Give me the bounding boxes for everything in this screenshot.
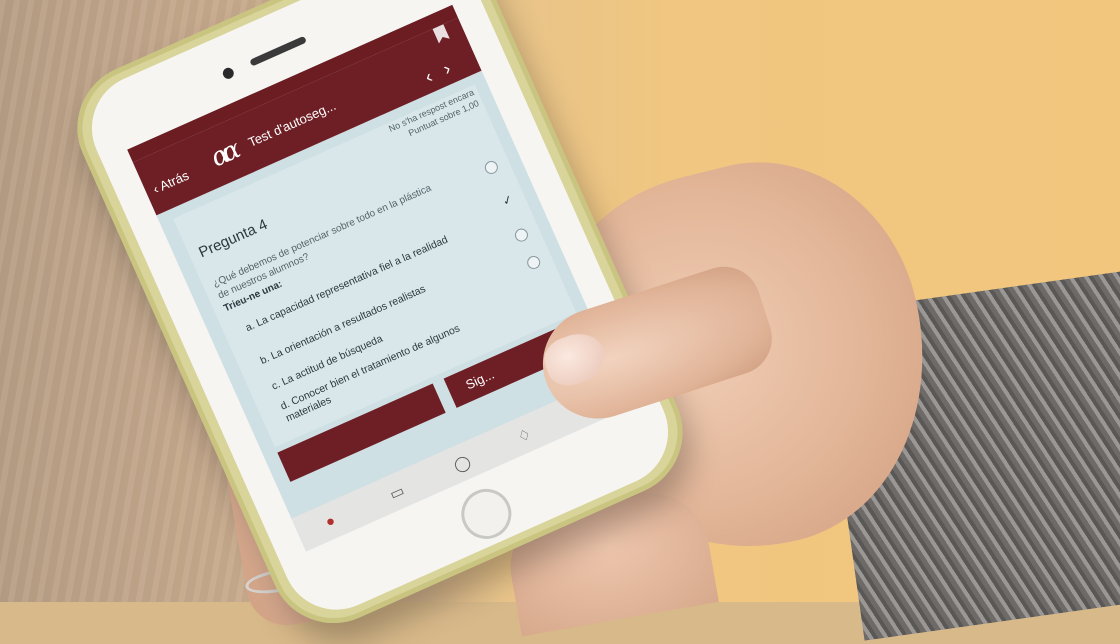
app-title: Test d'autoseg... xyxy=(245,97,339,150)
logo-icon: ɑɑ xyxy=(206,136,240,174)
checkmark-icon: ✓ xyxy=(500,191,515,209)
back-label: Atrás xyxy=(157,167,192,194)
bell-icon[interactable]: ♢ xyxy=(515,425,534,447)
quiz-nav[interactable]: ‹› xyxy=(422,53,467,88)
home-icon[interactable]: ● xyxy=(323,512,338,531)
radio-option-b[interactable] xyxy=(512,226,531,244)
earpiece xyxy=(249,35,307,67)
home-button[interactable] xyxy=(453,480,520,547)
back-button[interactable]: ‹ Atrás xyxy=(151,168,191,197)
bookmark-icon[interactable] xyxy=(432,24,449,43)
front-camera-icon xyxy=(221,66,236,81)
chat-icon[interactable]: ◯ xyxy=(451,452,473,475)
question-label: Pregunta 4 xyxy=(196,215,271,262)
calendar-icon[interactable]: ▭ xyxy=(387,481,407,503)
radio-option-c[interactable] xyxy=(525,253,543,272)
radio-option-a[interactable] xyxy=(482,158,500,177)
